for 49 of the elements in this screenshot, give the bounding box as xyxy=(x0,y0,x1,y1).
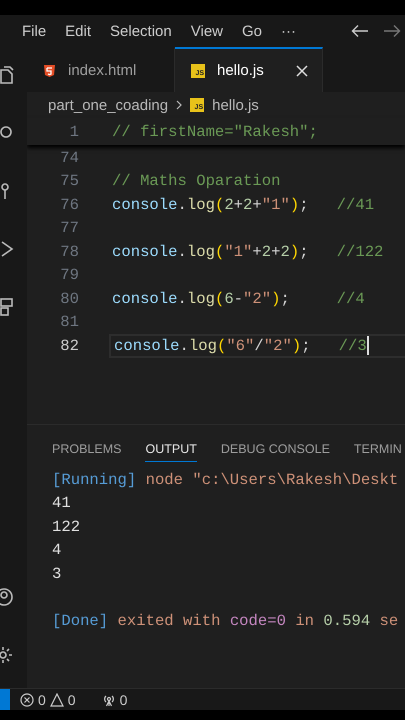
output-line: [Done] exited with code=0 in 0.594 se xyxy=(52,612,398,630)
menu-item[interactable]: Selection xyxy=(110,22,172,40)
text-cursor xyxy=(366,336,369,356)
error-icon[interactable] xyxy=(20,692,34,706)
breadcrumb-folder[interactable]: part_one_coading xyxy=(48,96,168,114)
menu-item[interactable]: View xyxy=(190,22,223,40)
panel-tab[interactable]: DEBUG CONSOLE xyxy=(220,436,330,462)
account-icon[interactable] xyxy=(0,588,14,606)
panel-tab[interactable]: OUTPUT xyxy=(145,436,197,462)
line-number: 81 xyxy=(59,313,79,332)
line-number: 82 xyxy=(59,336,79,355)
antenna-icon[interactable] xyxy=(102,692,116,706)
code-line: console.log(6-"2"); //4 xyxy=(111,288,366,310)
chevron-icon xyxy=(176,100,182,110)
line-number: 77 xyxy=(59,219,79,238)
code-line: console.log("1"+2+2); //122 xyxy=(111,242,384,263)
run-icon[interactable] xyxy=(0,240,14,258)
extensions-icon[interactable] xyxy=(0,298,14,316)
menu-item[interactable]: Edit xyxy=(65,22,92,40)
current-code-line: console.log("6"/"2"); //3 xyxy=(109,334,405,358)
menu-item[interactable]: ··· xyxy=(281,22,296,40)
line-number: 1 xyxy=(68,122,79,140)
breadcrumb-file[interactable]: hello.js xyxy=(212,96,259,114)
menu-item[interactable]: Go xyxy=(242,22,262,40)
code-line: console.log(2+2+"1"); //41 xyxy=(111,194,376,216)
close-icon[interactable] xyxy=(296,64,308,76)
output-line: 122 xyxy=(52,518,80,536)
warning-icon[interactable] xyxy=(50,692,64,706)
warning-count[interactable]: 0 xyxy=(68,692,76,708)
line-number: 74 xyxy=(59,148,79,167)
output-line: 4 xyxy=(52,541,62,560)
line-number: 80 xyxy=(59,290,79,308)
port-count[interactable]: 0 xyxy=(120,692,128,708)
output-line: [Running] node "c:\Users\Rakesh\Deskt xyxy=(52,470,398,489)
panel-tab[interactable]: PROBLEMS xyxy=(52,436,122,462)
line-number: 75 xyxy=(59,172,79,190)
files-icon[interactable] xyxy=(0,66,14,84)
code-line: // firstName="Rakesh"; xyxy=(111,122,319,142)
back-arrow-icon[interactable] xyxy=(351,24,369,38)
panel-tab[interactable]: TERMIN xyxy=(354,436,402,462)
output-line: 41 xyxy=(52,494,71,512)
error-count[interactable]: 0 xyxy=(38,692,46,708)
line-number: 76 xyxy=(59,196,79,214)
menu-item[interactable]: File xyxy=(22,22,46,40)
output-line: 3 xyxy=(52,564,62,583)
line-number: 78 xyxy=(59,242,79,261)
code-line: // Maths Oparation xyxy=(111,171,282,192)
html-file-icon xyxy=(43,64,56,78)
line-number: 79 xyxy=(59,266,79,284)
